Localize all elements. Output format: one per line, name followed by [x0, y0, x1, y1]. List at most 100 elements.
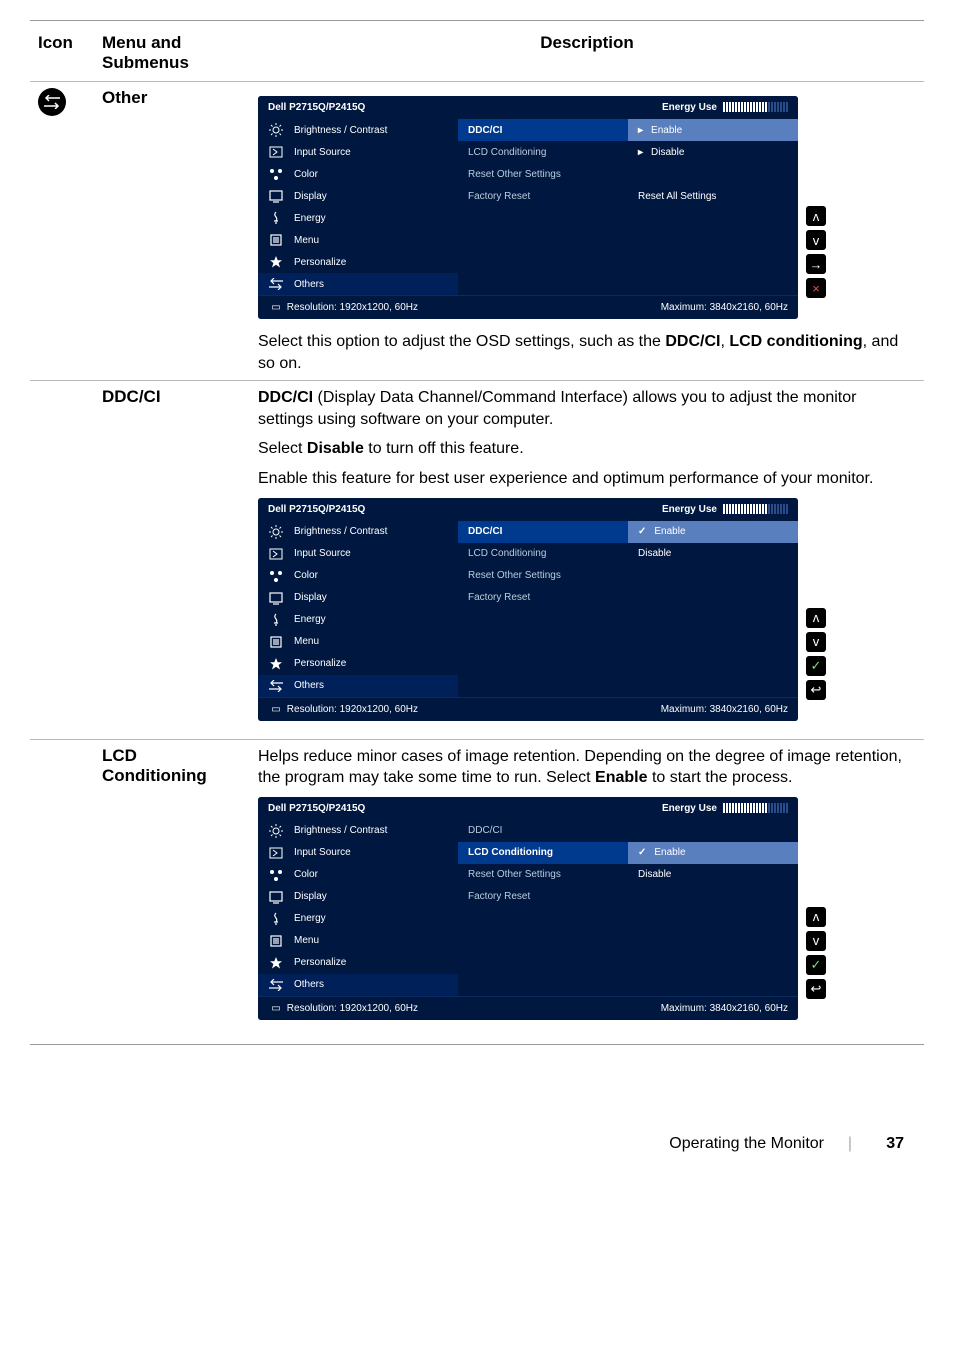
osd-side-button[interactable]: ʌ [806, 206, 826, 226]
osd-menu-item[interactable]: Brightness / Contrast [258, 820, 458, 842]
osd-ddcci: Dell P2715Q/P2415QEnergy UseBrightness /… [258, 498, 916, 721]
osd-menu-label: Color [294, 869, 318, 880]
osd-menu-icon [268, 612, 284, 628]
osd-mid-blank [458, 653, 628, 675]
osd-menu-label: Others [294, 680, 324, 691]
osd-menu-item[interactable]: Others [258, 974, 458, 996]
osd-mid-item[interactable]: DDC/CI [458, 521, 628, 543]
osd-side-button[interactable]: ↩ [806, 979, 826, 999]
osd-menu-item[interactable]: Display [258, 185, 458, 207]
osd-menu-item[interactable]: Display [258, 886, 458, 908]
osd-menu-item[interactable]: Energy [258, 207, 458, 229]
check-icon: ✓ [638, 847, 646, 858]
osd-menu-label: Personalize [294, 957, 346, 968]
osd-menu-icon [268, 590, 284, 606]
osd-menu-item[interactable]: Energy [258, 609, 458, 631]
osd-side-button[interactable]: ✓ [806, 656, 826, 676]
col-menu-header: Menu and Submenus [94, 27, 250, 82]
osd-menu-icon [268, 845, 284, 861]
osd-right-blank [628, 163, 798, 185]
osd-menu-item[interactable]: Menu [258, 631, 458, 653]
osd-energy-label: Energy Use [662, 803, 717, 814]
osd-mid-item[interactable]: LCD Conditioning [458, 842, 628, 864]
osd-mid-item[interactable]: Factory Reset [458, 185, 628, 207]
osd-mid-blank [458, 273, 628, 295]
monitor-icon: ▭ [268, 302, 284, 313]
osd-mid-item[interactable]: LCD Conditioning [458, 141, 628, 163]
osd-menu-item[interactable]: Brightness / Contrast [258, 521, 458, 543]
osd-mid-blank [458, 229, 628, 251]
osd-mid-item[interactable]: Factory Reset [458, 587, 628, 609]
osd-maximum: Maximum: 3840x2160, 60Hz [661, 1003, 788, 1014]
osd-menu-item[interactable]: Personalize [258, 251, 458, 273]
osd-right-item[interactable]: ▸Disable [628, 141, 798, 163]
osd-menu-item[interactable]: Input Source [258, 543, 458, 565]
osd-menu-item[interactable]: Input Source [258, 842, 458, 864]
footer-title: Operating the Monitor [669, 1135, 824, 1153]
osd-menu-label: Menu [294, 935, 319, 946]
osd-right-blank [628, 273, 798, 295]
osd-menu-item[interactable]: Personalize [258, 952, 458, 974]
osd-menu-item[interactable]: Personalize [258, 653, 458, 675]
osd-maximum: Maximum: 3840x2160, 60Hz [661, 704, 788, 715]
osd-energy-label: Energy Use [662, 504, 717, 515]
osd-right-blank [628, 908, 798, 930]
osd-side-button[interactable]: ✓ [806, 955, 826, 975]
tri-icon: ▸ [638, 147, 643, 158]
osd-right-blank [628, 675, 798, 697]
osd-maximum: Maximum: 3840x2160, 60Hz [661, 302, 788, 313]
osd-mid-blank [458, 908, 628, 930]
osd-menu-item[interactable]: Others [258, 675, 458, 697]
osd-side-button[interactable]: v [806, 632, 826, 652]
osd-menu-item[interactable]: Color [258, 565, 458, 587]
osd-right-item[interactable]: ✓Enable [628, 842, 798, 864]
osd-side-button[interactable]: v [806, 931, 826, 951]
osd-menu-icon [268, 867, 284, 883]
osd-side-button[interactable]: × [806, 278, 826, 298]
osd-menu-item[interactable]: Color [258, 864, 458, 886]
osd-mid-blank [458, 974, 628, 996]
osd-menu-item[interactable]: Others [258, 273, 458, 295]
osd-mid-item[interactable]: DDC/CI [458, 820, 628, 842]
osd-menu-item[interactable]: Menu [258, 930, 458, 952]
osd-mid-item[interactable]: Factory Reset [458, 886, 628, 908]
row-ddcci-desc: DDC/CI (Display Data Channel/Command Int… [258, 387, 916, 489]
osd-right-item[interactable]: Reset All Settings [628, 185, 798, 207]
osd-side-button[interactable]: ↩ [806, 680, 826, 700]
osd-right-blank [628, 565, 798, 587]
osd-right-blank [628, 820, 798, 842]
osd-menu-item[interactable]: Menu [258, 229, 458, 251]
osd-menu-item[interactable]: Display [258, 587, 458, 609]
osd-menu-label: Personalize [294, 257, 346, 268]
osd-right-blank [628, 631, 798, 653]
osd-menu-label: Others [294, 979, 324, 990]
osd-mid-item[interactable]: Reset Other Settings [458, 565, 628, 587]
col-icon-header: Icon [30, 27, 94, 82]
osd-right-blank [628, 229, 798, 251]
osd-mid-item[interactable]: Reset Other Settings [458, 163, 628, 185]
monitor-icon: ▭ [268, 1003, 284, 1014]
osd-menu-item[interactable]: Energy [258, 908, 458, 930]
tri-icon: ▸ [638, 125, 643, 136]
osd-right-item[interactable]: ▸Enable [628, 119, 798, 141]
osd-menu-item[interactable]: Brightness / Contrast [258, 119, 458, 141]
osd-right-item[interactable]: Disable [628, 864, 798, 886]
osd-mid-blank [458, 930, 628, 952]
osd-side-button[interactable]: v [806, 230, 826, 250]
osd-side-button[interactable]: ʌ [806, 608, 826, 628]
osd-menu-item[interactable]: Input Source [258, 141, 458, 163]
osd-mid-item[interactable]: DDC/CI [458, 119, 628, 141]
osd-menu-label: Brightness / Contrast [294, 526, 387, 537]
footer-page: 37 [886, 1135, 904, 1153]
osd-mid-item[interactable]: Reset Other Settings [458, 864, 628, 886]
osd-menu-icon [268, 656, 284, 672]
col-desc-header: Description [250, 27, 924, 82]
osd-menu-icon [268, 122, 284, 138]
osd-side-button[interactable]: ʌ [806, 907, 826, 927]
osd-mid-item[interactable]: LCD Conditioning [458, 543, 628, 565]
osd-right-item[interactable]: ✓Enable [628, 521, 798, 543]
osd-right-item[interactable]: Disable [628, 543, 798, 565]
osd-menu-item[interactable]: Color [258, 163, 458, 185]
osd-side-button[interactable]: → [806, 254, 826, 274]
osd-menu-label: Brightness / Contrast [294, 125, 387, 136]
